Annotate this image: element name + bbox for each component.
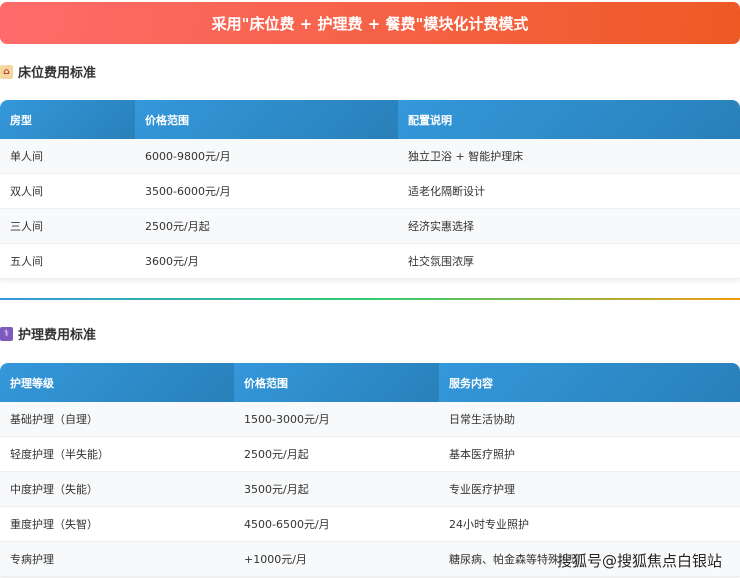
col-header: 价格范围	[135, 100, 398, 139]
banner-text: 采用"床位费 + 护理费 + 餐费"模块化计费模式	[211, 14, 529, 33]
care-title: 护理费用标准	[18, 328, 97, 343]
table-cell: 三人间	[10, 220, 43, 233]
table-cell: 双人间	[10, 185, 43, 198]
table-cell: 24小时专业照护	[449, 518, 529, 531]
table-cell: 2500元/月起	[244, 448, 309, 461]
table-cell: 单人间	[10, 150, 43, 163]
table-cell: 适老化隔断设计	[408, 185, 485, 198]
table-cell: 3500元/月起	[244, 483, 309, 496]
table-row: 基础护理（自理） 1500-3000元/月 日常生活协助	[0, 402, 740, 437]
table-cell: 日常生活协助	[449, 413, 515, 426]
table-cell: 轻度护理（半失能）	[10, 448, 109, 461]
care-section-heading: ⚕ 护理费用标准	[0, 324, 96, 343]
medical-icon: ⚕	[0, 326, 13, 341]
table-row: 重度护理（失智） 4500-6500元/月 24小时专业照护	[0, 507, 740, 542]
table-cell: 1500-3000元/月	[244, 413, 330, 426]
col-header: 房型	[0, 100, 135, 139]
table-header: 护理等级 价格范围 服务内容	[0, 363, 740, 402]
table-cell: 独立卫浴 + 智能护理床	[408, 150, 524, 163]
divider	[0, 298, 740, 300]
table-cell: +1000元/月	[244, 553, 307, 566]
table-cell: 专病护理	[10, 553, 54, 566]
table-cell: 五人间	[10, 255, 43, 268]
table-row: 三人间 2500元/月起 经济实惠选择	[0, 209, 740, 244]
table-cell: 社交氛围浓厚	[408, 255, 474, 268]
table-row: 五人间 3600元/月 社交氛围浓厚	[0, 244, 740, 279]
table-cell: 4500-6500元/月	[244, 518, 330, 531]
title-banner: 采用"床位费 + 护理费 + 餐费"模块化计费模式	[0, 2, 740, 44]
table-cell: 3500-6000元/月	[145, 185, 231, 198]
table-row: 单人间 6000-9800元/月 独立卫浴 + 智能护理床	[0, 139, 740, 174]
table-row: 中度护理（失能） 3500元/月起 专业医疗护理	[0, 472, 740, 507]
col-header: 护理等级	[0, 363, 234, 402]
watermark: 搜狐号@搜狐焦点白银站	[556, 552, 722, 570]
col-header: 价格范围	[234, 363, 439, 402]
table-cell: 专业医疗护理	[449, 483, 515, 496]
table-row: 轻度护理（半失能） 2500元/月起 基本医疗照护	[0, 437, 740, 472]
table-cell: 基础护理（自理）	[10, 413, 98, 426]
col-header: 服务内容	[439, 363, 740, 402]
table-cell: 重度护理（失智）	[10, 518, 98, 531]
table-cell: 3600元/月	[145, 255, 199, 268]
table-row: 双人间 3500-6000元/月 适老化隔断设计	[0, 174, 740, 209]
table-header: 房型 价格范围 配置说明	[0, 100, 740, 139]
table-cell: 6000-9800元/月	[145, 150, 231, 163]
bed-section-heading: ⌂ 床位费用标准	[0, 62, 96, 81]
house-icon: ⌂	[0, 64, 13, 79]
col-header: 配置说明	[398, 100, 740, 139]
table-cell: 2500元/月起	[145, 220, 210, 233]
table-cell: 中度护理（失能）	[10, 483, 98, 496]
table-cell: 基本医疗照护	[449, 448, 515, 461]
table-cell: 经济实惠选择	[408, 220, 474, 233]
care-fee-table: 护理等级 价格范围 服务内容 基础护理（自理） 1500-3000元/月 日常生活协…	[0, 363, 740, 577]
bed-fee-table: 房型 价格范围 配置说明 单人间 6000-9800元/月 独立卫浴 + 智能护理床…	[0, 100, 740, 279]
bed-title: 床位费用标准	[18, 66, 97, 81]
